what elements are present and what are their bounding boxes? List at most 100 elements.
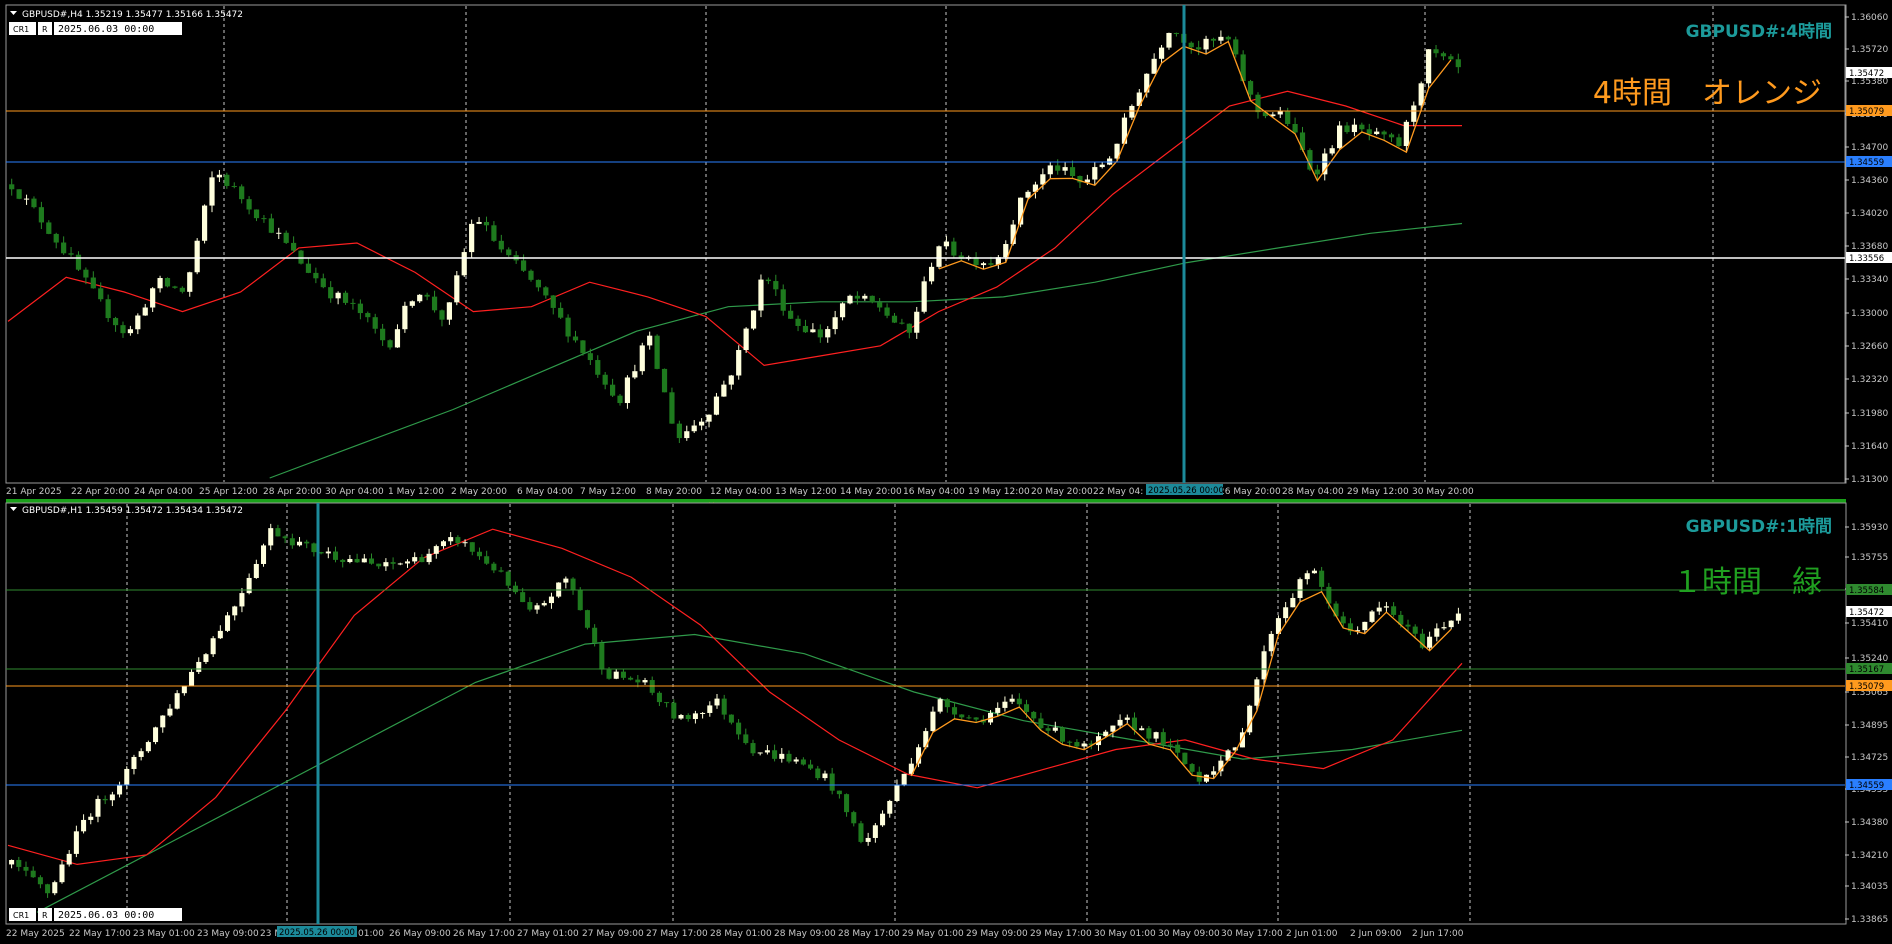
candle-body (203, 654, 209, 662)
candle-body (639, 345, 645, 372)
candle-body (491, 225, 497, 241)
x-tick-label: 26 May 09:00 (389, 929, 451, 939)
candle-body (1092, 167, 1098, 180)
candle-body (858, 823, 864, 842)
price-tags: 1.35472 1.35079 1.34559 1.33556 (1846, 67, 1892, 264)
time-axis[interactable]: 22 May 2025 22 May 17:00 23 May 01:00 23 Ma… (6, 929, 1464, 939)
x-tick-label: 24 Apr 04:00 (134, 487, 193, 497)
candle-body (780, 289, 786, 311)
x-tick-label: 2 May 20:00 (451, 487, 507, 497)
x-tick-label: 29 May 17:00 (1030, 929, 1092, 939)
candle-body (595, 360, 601, 375)
chart-title: GBPUSD#:4時間 (1686, 21, 1832, 42)
candle-body (602, 374, 608, 385)
candle-body (90, 277, 96, 289)
candle-body (1016, 698, 1022, 705)
candle-body (368, 558, 375, 564)
candle-body (1009, 698, 1015, 702)
x-tick-label: 8 May 20:00 (646, 487, 702, 497)
candle-body (635, 679, 641, 683)
candle-body (973, 717, 979, 720)
candle-body (550, 295, 556, 308)
candle-body (397, 563, 403, 565)
y-tick-label: 1.32320 (1851, 375, 1888, 385)
candle-body (283, 232, 289, 243)
candle-body (30, 870, 36, 878)
candle-body (23, 866, 29, 871)
candle-body (1337, 125, 1343, 149)
h4-chart-window[interactable]: GBPUSD#,H4 1.35219 1.35477 1.35166 1.354… (5, 4, 1892, 497)
price-axis[interactable]: 1.360601.357201.353801.350401.347001.343… (1845, 13, 1888, 485)
candle-body (620, 671, 626, 678)
candle-body (417, 294, 423, 302)
candle-body (31, 198, 37, 208)
candle-body (714, 698, 720, 706)
x-tick-label: 21 Apr 2025 (6, 487, 62, 497)
price-axis[interactable]: 1.359301.357551.355851.354101.352401.350… (1845, 523, 1888, 925)
candle-body (424, 294, 430, 297)
time-axis[interactable]: 21 Apr 2025 22 Apr 20:00 24 Apr 04:00 25 Ap… (6, 487, 1474, 497)
candle-body (1129, 105, 1135, 118)
candle-body (1225, 36, 1231, 40)
candle-body (721, 698, 727, 715)
candle-body (865, 837, 871, 842)
candle-body (376, 563, 382, 567)
y-tick-label: 1.31980 (1851, 409, 1888, 419)
y-tick-label: 1.35410 (1851, 619, 1888, 629)
y-tick-label: 1.35930 (1851, 523, 1888, 533)
x-tick-label: 29 May 01:00 (902, 929, 964, 939)
candle-body (944, 699, 950, 708)
x-tick-label: 22 May 17:00 (69, 929, 131, 939)
candle-body (808, 764, 814, 769)
h1-chart-window[interactable]: GBPUSD#,H1 1.35459 1.35472 1.35434 1.354… (5, 502, 1892, 939)
candle-body (431, 296, 438, 311)
candle-body (231, 185, 237, 187)
candle-body (512, 585, 518, 593)
candle-body (172, 286, 178, 288)
candle-body (1285, 111, 1291, 124)
candle-body (951, 241, 957, 256)
y-tick-label: 1.31640 (1851, 442, 1888, 452)
candle-body (282, 536, 288, 539)
candle-body (606, 669, 612, 679)
candle-body (610, 384, 616, 396)
candle-body (1045, 728, 1051, 731)
candle-body (520, 592, 526, 603)
candle-body (817, 329, 823, 338)
candle-body (253, 209, 260, 219)
candle-body (124, 768, 130, 785)
y-tick-label: 1.34895 (1851, 721, 1888, 731)
candle-body (847, 295, 853, 304)
candle-body (462, 542, 468, 544)
candle-body (565, 317, 571, 337)
candle-body (1427, 636, 1433, 648)
window-splitter[interactable] (6, 499, 1846, 503)
x-tick-label: 28 May 04:00 (1282, 487, 1344, 497)
candle-body (736, 722, 742, 735)
candle-body (46, 222, 52, 234)
candle-body (365, 313, 371, 318)
candle-body (320, 278, 326, 288)
candle-body (577, 589, 583, 611)
candle-body (943, 241, 950, 247)
candle-body (225, 615, 231, 631)
candle-body (1403, 121, 1409, 147)
candle-body (914, 311, 920, 333)
x-tick-label: 19 May 12:00 (968, 487, 1030, 497)
candle-body (145, 742, 151, 752)
candle-body (439, 310, 445, 320)
candle-body (505, 571, 511, 586)
candle-body (394, 329, 401, 348)
y-tick-label: 1.35755 (1851, 553, 1888, 563)
candle-body (83, 269, 89, 278)
candle-body (773, 281, 779, 290)
x-tick-label: 30 May 09:00 (1158, 929, 1220, 939)
candle-body (743, 328, 749, 351)
candle-body (239, 186, 245, 200)
candle-body (276, 232, 282, 234)
candle-body (1160, 732, 1166, 745)
candle-body (758, 279, 764, 311)
candle-body (535, 279, 542, 288)
candle-body (291, 242, 297, 251)
chart-annotation: 4時間 オレンジ (1593, 76, 1822, 111)
